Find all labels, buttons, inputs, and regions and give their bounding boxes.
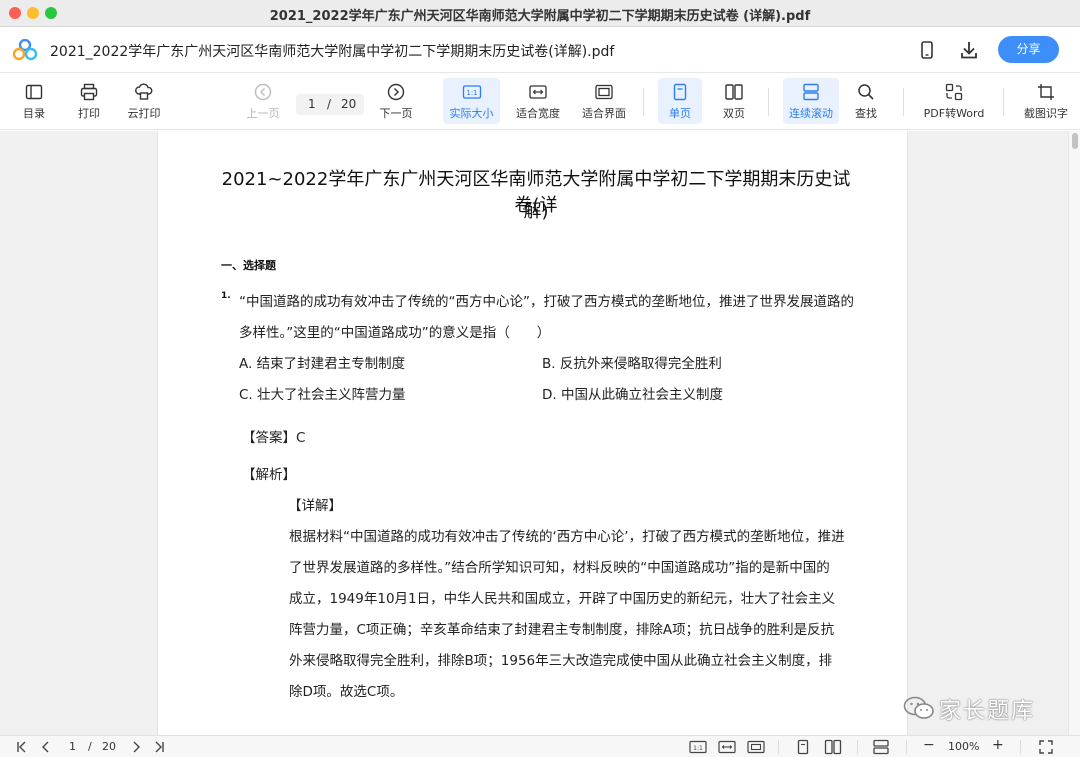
total-pages: 20 [341, 97, 357, 111]
cloud-print-button[interactable]: 云打印 [123, 78, 165, 124]
status-divider [906, 740, 907, 754]
fit-page-icon [595, 84, 613, 100]
page-number-field[interactable]: 1 / 20 [296, 94, 364, 115]
scrollbar-thumb[interactable] [1072, 133, 1078, 149]
watermark: 家长题库 [903, 689, 1053, 729]
detail-text-line: 除D项。故选C项。 [289, 684, 404, 700]
status-total-pages: 20 [102, 740, 116, 753]
status-continuous-scroll-icon[interactable] [872, 739, 890, 755]
fit-page-button[interactable]: 适合界面 [578, 78, 630, 124]
next-page-button[interactable]: 下一页 [376, 78, 416, 124]
detail-text-line: 阵营力量，C项正确；辛亥革命结束了封建君主专制制度，排除A项；抗日战争的胜利是反… [289, 622, 835, 638]
toolbar-divider [903, 88, 904, 116]
sidebar-icon [25, 84, 43, 100]
document-heading-line-2: 解) [523, 201, 549, 222]
vertical-scrollbar[interactable] [1068, 131, 1080, 735]
detail-text-line: 根据材料“中国道路的成功有效冲击了传统的‘西方中心论’，打破了西方模式的垄断地位… [289, 529, 845, 545]
pdf-convert-icon [945, 83, 963, 101]
ocr-button[interactable]: 截图识字 [1019, 78, 1073, 124]
continuous-scroll-button[interactable]: 连续滚动 [783, 78, 839, 124]
double-page-button[interactable]: 双页 [714, 78, 754, 124]
status-fit-width-icon[interactable] [718, 739, 736, 755]
prev-page-button[interactable]: 上一页 [243, 78, 283, 124]
download-icon[interactable] [958, 39, 980, 61]
document-viewport[interactable]: 2021~2022学年广东广州天河区华南师范大学附属中学初二下学期期末历史试卷(… [0, 131, 1080, 735]
pdf-to-word-button[interactable]: PDF转Word [920, 78, 988, 124]
svg-text:1:1: 1:1 [693, 745, 703, 752]
detail-label: 【详解】 [288, 498, 342, 514]
last-page-icon[interactable] [151, 739, 167, 755]
actual-size-button[interactable]: 1:1 实际大小 [443, 78, 500, 124]
status-double-page-icon[interactable] [824, 739, 842, 755]
option-b: B. 反抗外来侵略取得完全胜利 [542, 356, 722, 372]
printer-icon [80, 83, 98, 101]
option-d: D. 中国从此确立社会主义制度 [542, 387, 723, 403]
status-current-page[interactable]: 1 [69, 740, 76, 753]
fit-width-button[interactable]: 适合宽度 [512, 78, 564, 124]
next-page-icon[interactable] [128, 739, 144, 755]
detail-text-line: 了世界发展道路的多样性。”结合所学知识可知，材料反映的“中国道路成功”指的是新中… [289, 560, 830, 576]
window-titlebar: 2021_2022学年广东广州天河区华南师范大学附属中学初二下学期期末历史试卷 … [0, 0, 1080, 27]
detail-text-line: 外来侵略取得完全胜利，排除B项；1956年三大改造完成使中国从此确立社会主义制度… [289, 653, 833, 669]
question-number: 1. [221, 291, 231, 301]
watermark-text: 家长题库 [939, 699, 1036, 724]
single-page-button[interactable]: 单页 [658, 78, 702, 124]
share-button[interactable]: 分享 [998, 36, 1059, 63]
toc-button[interactable]: 目录 [14, 78, 54, 124]
status-page-separator: / [88, 740, 92, 753]
detail-text-line: 成立，1949年10月1日，中华人民共和国成立，开辟了中国历史的新纪元，壮大了社… [289, 591, 836, 607]
section-heading: 一、选择题 [221, 259, 276, 272]
current-page-input[interactable]: 1 [308, 97, 316, 111]
prev-page-icon[interactable] [38, 739, 54, 755]
cloud-printer-icon [135, 83, 153, 100]
status-divider [778, 740, 779, 754]
single-page-icon [673, 83, 687, 101]
question-text-line: 多样性。”这里的“中国道路成功”的意义是指（ ） [239, 325, 551, 341]
fullscreen-icon[interactable] [1038, 739, 1054, 755]
fit-width-icon [529, 85, 547, 99]
page-separator: / [327, 97, 332, 111]
first-page-icon[interactable] [14, 739, 30, 755]
print-button[interactable]: 打印 [69, 78, 109, 124]
zoom-level[interactable]: 100% [948, 740, 979, 753]
window-title: 2021_2022学年广东广州天河区华南师范大学附属中学初二下学期期末历史试卷 … [269, 9, 811, 24]
search-icon [858, 84, 874, 100]
analysis-label: 【解析】 [242, 467, 296, 483]
wechat-icon [903, 696, 934, 719]
toolbar: 目录 打印 云打印 上一页 1 / 20 下一页 1:1 实际大小 适合宽度 适… [0, 74, 1080, 130]
pdf-page: 2021~2022学年广东广州天河区华南师范大学附属中学初二下学期期末历史试卷(… [157, 131, 908, 735]
document-bar: 2021_2022学年广东广州天河区华南师范大学附属中学初二下学期期末历史试卷(… [0, 27, 1080, 73]
status-bar: 1 / 20 1:1 − 100% + [0, 735, 1080, 757]
status-divider [1020, 740, 1021, 754]
answer-label: 【答案】C [242, 430, 306, 446]
chevron-right-circle-icon [387, 83, 405, 101]
status-fit-page-icon[interactable] [747, 739, 765, 755]
toolbar-divider [1003, 88, 1004, 116]
svg-text:1:1: 1:1 [466, 89, 477, 97]
toolbar-divider [768, 88, 769, 116]
status-divider [857, 740, 858, 754]
double-page-icon [725, 84, 743, 100]
option-a: A. 结束了封建君主专制制度 [239, 356, 406, 372]
phone-icon[interactable] [916, 39, 938, 61]
status-single-page-icon[interactable] [795, 739, 811, 755]
option-c: C. 壮大了社会主义阵营力量 [239, 387, 406, 403]
document-title: 2021_2022学年广东广州天河区华南师范大学附属中学初二下学期期末历史试卷(… [50, 44, 615, 60]
app-logo [13, 39, 37, 61]
actual-size-icon: 1:1 [462, 85, 481, 99]
chevron-left-circle-icon [254, 83, 272, 101]
find-button[interactable]: 查找 [846, 78, 886, 124]
crop-icon [1038, 84, 1054, 100]
status-actual-size-icon[interactable]: 1:1 [689, 739, 707, 755]
question-text-line: “中国道路的成功有效冲击了传统的“西方中心论”，打破了西方模式的垄断地位，推进了… [239, 294, 854, 310]
toolbar-divider [643, 88, 644, 116]
zoom-out-button[interactable]: − [923, 737, 935, 753]
zoom-in-button[interactable]: + [992, 737, 1004, 753]
continuous-scroll-icon [803, 83, 819, 101]
